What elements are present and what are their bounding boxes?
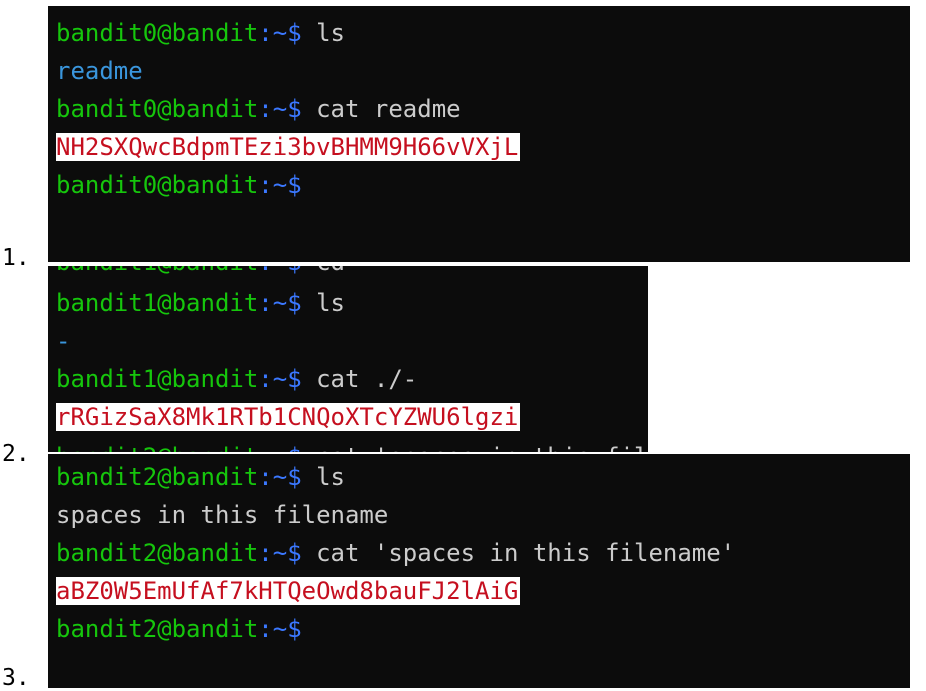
prompt-path: :~$ bbox=[258, 463, 302, 491]
command-text: ls bbox=[301, 289, 346, 317]
prompt-path: :~$ bbox=[258, 266, 301, 276]
prompt-path: :~$ bbox=[258, 539, 302, 567]
prompt-user: bandit1@bandit bbox=[56, 289, 259, 317]
prompt-line: bandit2@bandit:~$ bbox=[56, 610, 302, 648]
command-text: cat readme bbox=[301, 95, 461, 123]
prompt-line: bandit1@bandit:~$ cat ./- bbox=[56, 360, 417, 398]
prompt-line: bandit2@bandit:~$ ls bbox=[56, 458, 345, 496]
prompt-line: bandit2@bandit:~$ cat 'spaces in this fi… bbox=[56, 534, 735, 572]
prompt-path: :~$ bbox=[258, 171, 302, 199]
ls-output: spaces in this filename bbox=[56, 501, 389, 529]
output-line: - bbox=[56, 322, 70, 360]
list-number-1: 1. bbox=[2, 245, 30, 271]
password-line: NH2SXQwcBdpmTEzi3bvBHMM9H66vVXjL bbox=[56, 128, 521, 166]
prompt-line: bandit0@bandit:~$ cat readme bbox=[56, 90, 461, 128]
prompt-line: bandit0@bandit:~$ bbox=[56, 166, 302, 204]
prompt-user: bandit0@bandit bbox=[56, 171, 259, 199]
prompt-path: :~$ bbox=[258, 19, 302, 47]
prompt-user: bandit2@bandit bbox=[56, 539, 259, 567]
ls-output: - bbox=[56, 327, 71, 355]
password-line: rRGizSaX8Mk1RTb1CNQoXTcYZWU6lgzi bbox=[56, 398, 521, 436]
prompt-user: bandit2@bandit bbox=[56, 443, 258, 452]
output-line: spaces in this filename bbox=[56, 496, 388, 534]
password-line: aBZ0W5EmUfAf7kHTQeOwd8bauFJ2lAiG bbox=[56, 572, 521, 610]
prompt-user: bandit1@bandit bbox=[56, 266, 258, 276]
prompt-path: :~$ bbox=[258, 443, 301, 452]
output-line: readme bbox=[56, 52, 143, 90]
clipped-bottom-line: bandit2@bandit:~$ cat 'spaces in this fi… bbox=[56, 438, 648, 452]
ls-output: readme bbox=[56, 57, 143, 85]
command-text: ls bbox=[301, 463, 346, 491]
password-highlight: rRGizSaX8Mk1RTb1CNQoXTcYZWU6lgzi bbox=[56, 403, 521, 431]
prompt-line: bandit1@bandit:~$ ls bbox=[56, 284, 345, 322]
terminal-screenshot-1: bandit0@bandit:~$ ls readme bandit0@band… bbox=[48, 6, 910, 262]
list-number-2: 2. bbox=[2, 441, 30, 467]
prompt-line: bandit0@bandit:~$ ls bbox=[56, 14, 345, 52]
command-text: cat 'spaces in this filename' bbox=[302, 443, 648, 452]
password-highlight: aBZ0W5EmUfAf7kHTQeOwd8bauFJ2lAiG bbox=[56, 577, 521, 605]
command-text: cat 'spaces in this filename' bbox=[301, 539, 736, 567]
clipped-top-line: bandit1@bandit:~$ cd bbox=[56, 266, 345, 281]
prompt-user: bandit1@bandit bbox=[56, 365, 259, 393]
command-text: cd bbox=[302, 266, 345, 276]
prompt-path: :~$ bbox=[258, 615, 302, 643]
terminal-screenshot-3: bandit2@bandit:~$ ls spaces in this file… bbox=[48, 454, 910, 688]
command-text: ls bbox=[301, 19, 346, 47]
prompt-user: bandit0@bandit bbox=[56, 95, 259, 123]
terminal-screenshot-2: bandit1@bandit:~$ cd bandit1@bandit:~$ l… bbox=[48, 266, 648, 452]
prompt-path: :~$ bbox=[258, 95, 302, 123]
password-highlight: NH2SXQwcBdpmTEzi3bvBHMM9H66vVXjL bbox=[56, 133, 521, 161]
prompt-user: bandit2@bandit bbox=[56, 615, 259, 643]
command-text: cat ./- bbox=[301, 365, 418, 393]
prompt-path: :~$ bbox=[258, 289, 302, 317]
prompt-user: bandit2@bandit bbox=[56, 463, 259, 491]
list-number-3: 3. bbox=[2, 665, 30, 691]
prompt-path: :~$ bbox=[258, 365, 302, 393]
prompt-user: bandit0@bandit bbox=[56, 19, 259, 47]
